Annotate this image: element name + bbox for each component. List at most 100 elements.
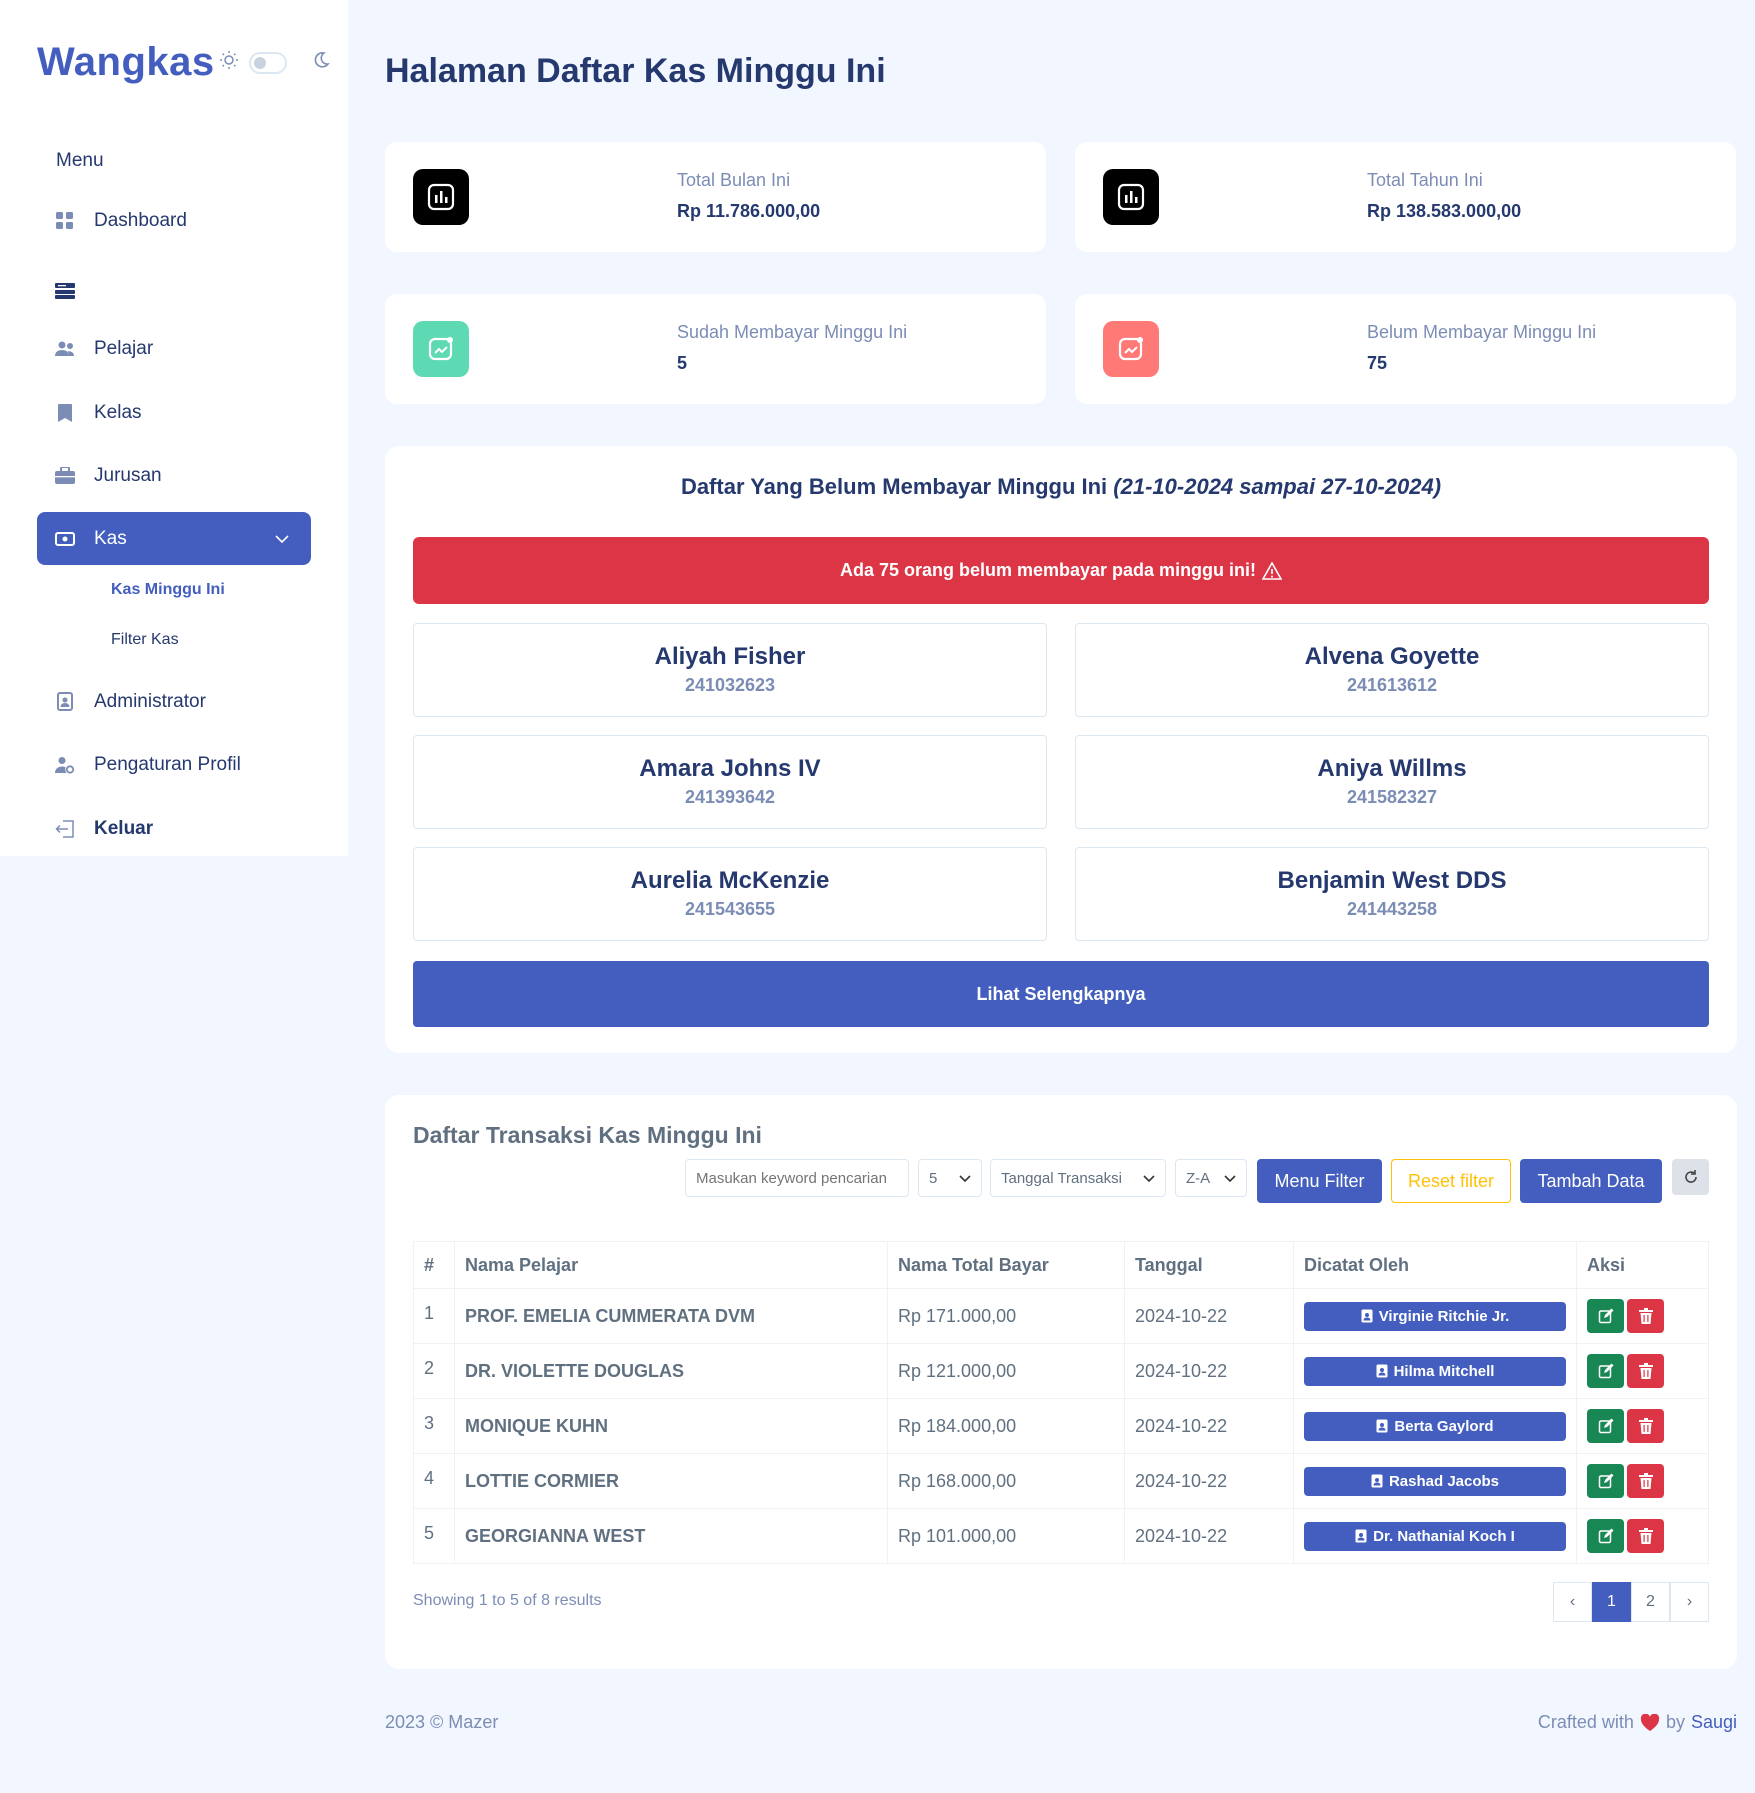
- unpaid-person-card: Benjamin West DDS 241443258: [1075, 847, 1709, 941]
- lihat-selengkapnya-button[interactable]: Lihat Selengkapnya: [413, 961, 1709, 1027]
- sidebar-item-pengaturan-profil[interactable]: Pengaturan Profil: [37, 738, 311, 791]
- trash-icon: [1638, 1473, 1653, 1489]
- sidebar-subitem-filter-kas[interactable]: Filter Kas: [111, 631, 179, 649]
- sidebar-item-dashboard[interactable]: Dashboard: [37, 194, 311, 247]
- column-header[interactable]: Nama Total Bayar: [887, 1241, 1125, 1289]
- date: 2024-10-22: [1124, 1343, 1294, 1399]
- column-header[interactable]: #: [413, 1241, 455, 1289]
- stat-label: Belum Membayar Minggu Ini: [1367, 322, 1597, 342]
- recorded-by-cell: Berta Gaylord: [1293, 1398, 1577, 1454]
- person-name: Aliyah Fisher: [654, 643, 806, 670]
- edit-button[interactable]: [1587, 1409, 1624, 1443]
- recorded-by-badge[interactable]: Dr. Nathanial Koch I: [1304, 1521, 1566, 1551]
- recorded-by-cell: Hilma Mitchell: [1293, 1343, 1577, 1399]
- column-header[interactable]: Tanggal: [1124, 1241, 1294, 1289]
- table-header-row: # Nama Pelajar Nama Total Bayar Tanggal …: [413, 1241, 1709, 1289]
- people-icon: [55, 339, 75, 359]
- row-number: 5: [413, 1508, 455, 1564]
- refresh-button[interactable]: [1672, 1159, 1709, 1195]
- page-button[interactable]: 1: [1592, 1582, 1631, 1622]
- column-header[interactable]: Dicatat Oleh: [1293, 1241, 1577, 1289]
- sidebar-item-kas[interactable]: Kas: [37, 512, 311, 565]
- delete-button[interactable]: [1627, 1409, 1664, 1443]
- delete-button[interactable]: [1627, 1354, 1664, 1388]
- sidebar-item-jurusan[interactable]: Jurusan: [37, 449, 311, 502]
- theme-switch[interactable]: [248, 51, 287, 74]
- recorded-by-badge[interactable]: Virginie Ritchie Jr.: [1304, 1301, 1566, 1331]
- sidebar-subitem-kas-minggu-ini[interactable]: Kas Minggu Ini: [111, 581, 225, 599]
- sidebar-item-administrator[interactable]: Administrator: [37, 675, 311, 728]
- recorded-by-badge[interactable]: Rashad Jacobs: [1304, 1466, 1566, 1496]
- theme-toggle: [219, 50, 331, 75]
- recorded-by-badge[interactable]: Hilma Mitchell: [1304, 1356, 1566, 1386]
- recorded-by-name: Dr. Nathanial Koch I: [1373, 1527, 1515, 1545]
- sidebar-item-kelas[interactable]: Kelas: [37, 386, 311, 439]
- page-next-button[interactable]: ›: [1670, 1582, 1709, 1622]
- footer-author-link[interactable]: Saugi: [1691, 1712, 1737, 1733]
- page-button[interactable]: 2: [1631, 1582, 1670, 1622]
- logout-icon: [55, 819, 75, 839]
- person-badge-icon: [1376, 1419, 1388, 1433]
- page-prev-button[interactable]: ‹: [1553, 1582, 1592, 1622]
- table-body: 1 PROF. EMELIA CUMMERATA DVM Rp 171.000,00…: [413, 1288, 1709, 1564]
- sidebar-item-label: Jurusan: [94, 464, 162, 486]
- stat-card-belum-membayar: Belum Membayar Minggu Ini 75: [1075, 294, 1736, 404]
- grid-icon: [55, 211, 75, 231]
- chevron-down-icon: [1224, 1170, 1236, 1187]
- reset-filter-button[interactable]: Reset filter: [1391, 1159, 1511, 1203]
- person-id: 241393642: [684, 787, 776, 807]
- edit-button[interactable]: [1587, 1354, 1624, 1388]
- sidebar-item-stack[interactable]: [37, 264, 311, 317]
- footer-by-text: by: [1665, 1712, 1685, 1732]
- delete-button[interactable]: [1627, 1299, 1664, 1333]
- stack-icon: [55, 281, 75, 301]
- chevron-down-icon: [1143, 1170, 1155, 1187]
- date: 2024-10-22: [1124, 1508, 1294, 1564]
- person-id: 241582327: [1346, 787, 1438, 807]
- actions-cell: [1576, 1288, 1709, 1344]
- amount: Rp 184.000,00: [887, 1398, 1125, 1454]
- table-row: 3 MONIQUE KUHN Rp 184.000,00 2024-10-22 Bert…: [413, 1398, 1709, 1454]
- actions-cell: [1576, 1343, 1709, 1399]
- pagination-summary: Showing 1 to 5 of 8 results: [413, 1592, 602, 1609]
- add-data-button[interactable]: Tambah Data: [1520, 1159, 1662, 1203]
- edit-button[interactable]: [1587, 1519, 1624, 1553]
- column-header[interactable]: Nama Pelajar: [454, 1241, 888, 1289]
- person-name: Aurelia McKenzie: [630, 867, 830, 894]
- person-name: Amara Johns IV: [639, 755, 821, 782]
- edit-button[interactable]: [1587, 1464, 1624, 1498]
- recorded-by-name: Berta Gaylord: [1394, 1417, 1494, 1435]
- sort-field-select[interactable]: Tanggal Transaksi: [990, 1159, 1166, 1197]
- edit-icon: [1598, 1473, 1614, 1489]
- unpaid-alert: Ada 75 orang belum membayar pada minggu …: [413, 537, 1709, 604]
- edit-button[interactable]: [1587, 1299, 1624, 1333]
- alert-text: Ada 75 orang belum membayar pada minggu …: [839, 560, 1257, 580]
- sidebar-item-label: Dashboard: [94, 209, 187, 231]
- student-name: DR. VIOLETTE DOUGLAS: [454, 1343, 888, 1399]
- search-input[interactable]: [685, 1159, 909, 1197]
- stat-card-sudah-membayar: Sudah Membayar Minggu Ini 5: [385, 294, 1046, 404]
- sidebar-item-label: Keluar: [94, 817, 154, 839]
- sort-order-select[interactable]: Z-A: [1175, 1159, 1247, 1197]
- menu-title: Menu: [56, 150, 104, 171]
- menu-filter-button[interactable]: Menu Filter: [1257, 1159, 1382, 1203]
- pagination: ‹ 1 2 ›: [1553, 1582, 1709, 1622]
- brand-logo[interactable]: Wangkas: [37, 40, 215, 85]
- per-page-select[interactable]: 5: [918, 1159, 982, 1197]
- chart-icon: [1103, 169, 1159, 225]
- row-number: 1: [413, 1288, 455, 1344]
- chevron-down-icon: [275, 528, 289, 550]
- delete-button[interactable]: [1627, 1464, 1664, 1498]
- stat-value: Rp 11.786.000,00: [677, 201, 821, 221]
- sidebar-item-pelajar[interactable]: Pelajar: [37, 322, 311, 375]
- warning-icon: [1262, 561, 1283, 580]
- chart-icon: [413, 169, 469, 225]
- unpaid-person-card: Alvena Goyette 241613612: [1075, 623, 1709, 717]
- recorded-by-badge[interactable]: Berta Gaylord: [1304, 1411, 1566, 1441]
- unpaid-title-text: Daftar Yang Belum Membayar Minggu Ini: [680, 474, 1108, 499]
- per-page-value: 5: [929, 1169, 938, 1187]
- delete-button[interactable]: [1627, 1519, 1664, 1553]
- sidebar-item-keluar[interactable]: Keluar: [37, 802, 311, 855]
- unpaid-person-card: Aliyah Fisher 241032623: [413, 623, 1047, 717]
- unpaid-date-range: (21-10-2024 sampai 27-10-2024): [1113, 474, 1442, 499]
